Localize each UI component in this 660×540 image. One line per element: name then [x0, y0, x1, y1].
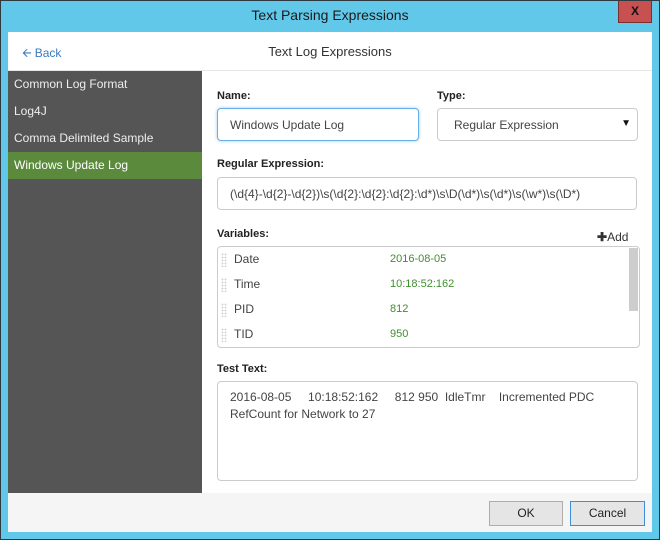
dropdown-arrow-icon: ▼ [621, 118, 631, 129]
name-input[interactable]: Windows Update Log [217, 108, 419, 141]
variable-row[interactable]: PID 812 [218, 297, 639, 322]
sidebar-item-windows-update-log[interactable]: Windows Update Log [8, 152, 202, 179]
type-label: Type: [437, 90, 466, 102]
type-select[interactable]: Regular Expression ▼ [437, 108, 638, 141]
variable-value: 2016-08-05 [390, 253, 447, 265]
variable-value: 950 [390, 328, 409, 340]
dialog-content: 🡨 Back Text Log Expressions Common Log Fo… [8, 32, 652, 532]
cancel-button[interactable]: Cancel [570, 501, 645, 526]
page-header: 🡨 Back Text Log Expressions [8, 32, 652, 71]
variable-row[interactable]: Time 10:18:52:162 [218, 272, 639, 297]
regex-input[interactable]: (\d{4}-\d{2}-\d{2})\s(\d{2}:\d{2}:\d{2}:… [217, 177, 637, 210]
drag-handle-icon[interactable] [221, 278, 227, 292]
drag-handle-icon[interactable] [221, 303, 227, 317]
title-bar: Text Parsing Expressions X [1, 1, 659, 32]
drag-handle-icon[interactable] [221, 253, 227, 267]
sidebar-item-log4j[interactable]: Log4J [8, 98, 202, 125]
test-text-area[interactable]: 2016-08-05 10:18:52:162 812 950 IdleTmr … [217, 381, 638, 481]
add-variable-button[interactable]: ✚Add [597, 230, 628, 244]
page-title: Text Log Expressions [268, 44, 392, 59]
variable-row[interactable]: Date 2016-08-05 [218, 247, 639, 272]
name-label: Name: [217, 90, 251, 102]
variable-name: PID [234, 302, 255, 316]
add-variable-label: Add [607, 230, 629, 244]
dialog-footer: OK Cancel [8, 493, 652, 532]
variable-name: Time [234, 277, 261, 291]
expression-list: Common Log Format Log4J Comma Delimited … [8, 71, 202, 532]
close-button[interactable]: X [618, 1, 652, 23]
type-value: Regular Expression [454, 118, 559, 132]
variable-name: TID [234, 327, 254, 341]
variables-scrollbar[interactable] [629, 248, 638, 311]
test-text-label: Test Text: [217, 363, 268, 375]
window-title: Text Parsing Expressions [251, 7, 409, 23]
variables-list: Date 2016-08-05 Time 10:18:52:162 PID 812 T… [217, 246, 640, 348]
variables-label: Variables: [217, 228, 269, 240]
dialog-window: Text Parsing Expressions X 🡨 Back Text Lo… [0, 0, 660, 540]
variable-value: 812 [390, 303, 409, 315]
plus-icon: ✚ [597, 230, 608, 244]
variable-name: Date [234, 252, 260, 266]
sidebar-item-common-log-format[interactable]: Common Log Format [8, 71, 202, 98]
regex-label: Regular Expression: [217, 158, 324, 170]
ok-button[interactable]: OK [489, 501, 563, 526]
variable-value: 10:18:52:162 [390, 278, 455, 290]
variable-row[interactable]: TID 950 [218, 322, 639, 347]
sidebar-item-comma-delimited-sample[interactable]: Comma Delimited Sample [8, 125, 202, 152]
drag-handle-icon[interactable] [221, 328, 227, 342]
